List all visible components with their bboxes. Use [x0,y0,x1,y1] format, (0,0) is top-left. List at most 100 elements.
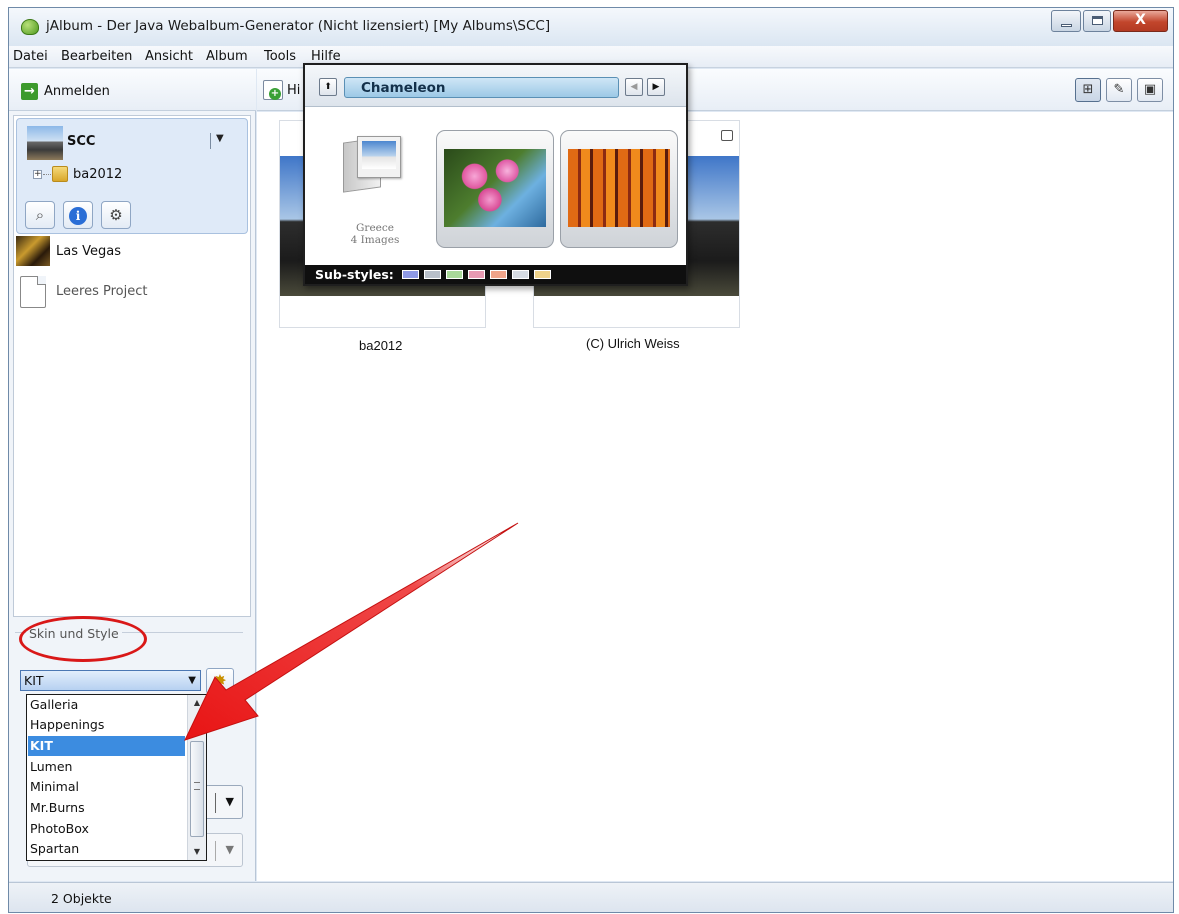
project-sidebar: → Anmelden SCC ▼ + ba2012 ⌕ i ⚙ Las Vega… [9,69,256,881]
folder-outline-icon[interactable] [721,130,733,141]
album-thumbnail-label: ba2012 [359,338,403,353]
project-thumbnail [27,126,63,160]
monks-photo [568,149,670,227]
substyle-swatch[interactable] [402,270,419,279]
close-icon: X [1135,12,1146,28]
arrow-right-icon: ▶ [652,82,660,92]
substyle-swatch[interactable] [424,270,441,279]
arrow-left-icon: ◀ [630,82,638,92]
skin-settings-icon: ✸ [213,671,227,690]
preview-icon: ▣ [1143,82,1157,97]
list-item[interactable]: Leeres Project [16,276,246,308]
style-chooser-header: ⬆ Chameleon ◀ ▶ [305,65,686,107]
substyle-swatch[interactable] [446,270,463,279]
annotation-ellipse [19,616,147,662]
tree-folder-label[interactable]: ba2012 [73,167,122,182]
login-bar[interactable]: → Anmelden [9,69,256,111]
substyles-label: Sub-styles: [315,267,394,282]
folder-icon [52,166,68,182]
list-item[interactable]: Las Vegas [16,236,246,268]
login-label[interactable]: Anmelden [44,84,110,99]
roses-photo [444,149,546,227]
skin-option-kit[interactable]: KIT [28,736,185,756]
project-thumbnail [16,236,50,266]
gear-icon: ⚙ [109,206,123,224]
substyle-swatch[interactable] [512,270,529,279]
scroll-down-icon[interactable]: ▼ [188,844,206,860]
folder-count: 4 Images [350,234,400,246]
maximize-button[interactable] [1083,10,1111,32]
add-images-button[interactable]: + [263,80,283,100]
skin-option-minimal[interactable]: Minimal [28,777,185,797]
project-menu-chevron-icon[interactable]: ▼ [216,133,224,144]
scrollbar-thumb[interactable] [190,741,204,837]
pencil-icon: ✎ [1113,82,1125,97]
substyles-bar: Sub-styles: [305,265,686,284]
project-list: SCC ▼ + ba2012 ⌕ i ⚙ Las Vegas Leeres Pr… [13,115,251,617]
skin-option-galleria[interactable]: Galleria [28,695,185,715]
album-folder-icon[interactable] [343,134,401,193]
style-preview-thumbnail[interactable] [436,130,554,248]
login-arrow-icon: → [21,83,38,100]
chevron-down-icon: ▼ [225,795,234,808]
menu-hilfe[interactable]: Hilfe [311,49,341,64]
edit-view-button[interactable]: ✎ [1106,78,1132,102]
skin-select[interactable]: KIT ▼ [20,670,201,691]
project-settings-button[interactable]: ⚙ [101,201,131,229]
scroll-up-icon[interactable]: ▲ [188,695,206,711]
project-scc[interactable]: SCC ▼ + ba2012 ⌕ i ⚙ [16,118,248,234]
preview-button[interactable]: ▣ [1137,78,1163,102]
skin-option-lumen[interactable]: Lumen [28,757,185,777]
skin-dropdown-list[interactable]: Galleria Happenings KIT Lumen Minimal Mr… [26,694,207,861]
chevron-down-icon: ▼ [225,843,234,856]
title-bar[interactable]: jAlbum - Der Java Webalbum-Generator (Ni… [9,8,1173,46]
menu-bearbeiten[interactable]: Bearbeiten [61,49,132,64]
style-next-button[interactable]: ▶ [647,78,665,96]
image-thumbnail-label: (C) Ulrich Weiss [586,336,680,351]
substyle-swatch[interactable] [490,270,507,279]
style-name: Chameleon [361,80,446,96]
info-icon: i [69,207,87,225]
style-previous-button[interactable]: ◀ [625,78,643,96]
style-up-button[interactable]: ⬆ [319,78,337,96]
project-label: Leeres Project [56,284,148,299]
style-preview-area: Greece 4 Images [305,108,686,265]
add-images-label[interactable]: Hi [287,83,300,98]
arrow-up-icon: ⬆ [324,82,332,92]
add-icon: + [269,88,281,100]
menu-album[interactable]: Album [206,49,248,64]
secondary-select-separator [215,841,216,861]
skin-list-scrollbar[interactable]: ▲ ▼ [187,695,206,860]
style-name-field[interactable]: Chameleon [344,77,619,98]
style-chooser-popup[interactable]: ⬆ Chameleon ◀ ▶ Greece 4 Images Sub-styl… [303,63,688,286]
tree-expand-icon[interactable]: + [33,170,42,179]
empty-project-document-icon [20,276,46,308]
project-label: Las Vegas [56,244,121,259]
substyle-swatch[interactable] [534,270,551,279]
style-preview-thumbnail[interactable] [560,130,678,248]
window-title: jAlbum - Der Java Webalbum-Generator (Ni… [46,18,551,34]
project-title: SCC [67,134,96,149]
minimize-button[interactable] [1051,10,1081,32]
skin-select-value: KIT [24,673,44,688]
menu-datei[interactable]: Datei [13,49,48,64]
chevron-down-icon: ▼ [188,675,196,686]
close-button[interactable]: X [1113,10,1168,32]
substyle-swatch[interactable] [468,270,485,279]
thumbnail-view-button[interactable]: ⊞ [1075,78,1101,102]
style-select-separator [215,793,216,813]
skin-option-photobox[interactable]: PhotoBox [28,819,185,839]
search-icon: ⌕ [35,206,45,224]
skin-option-spartan[interactable]: Spartan [28,839,185,859]
skin-option-happenings[interactable]: Happenings [28,715,185,735]
search-button[interactable]: ⌕ [25,201,55,229]
info-button[interactable]: i [63,201,93,229]
minimize-icon [1061,24,1072,27]
status-text: 2 Objekte [51,891,112,906]
menu-ansicht[interactable]: Ansicht [145,49,193,64]
project-menu-separator [210,133,211,149]
skin-settings-button[interactable]: ✸ [206,668,234,694]
skin-option-mr-burns[interactable]: Mr.Burns [28,798,185,818]
folder-preview-label: Greece 4 Images [335,222,415,246]
menu-tools[interactable]: Tools [264,49,296,64]
